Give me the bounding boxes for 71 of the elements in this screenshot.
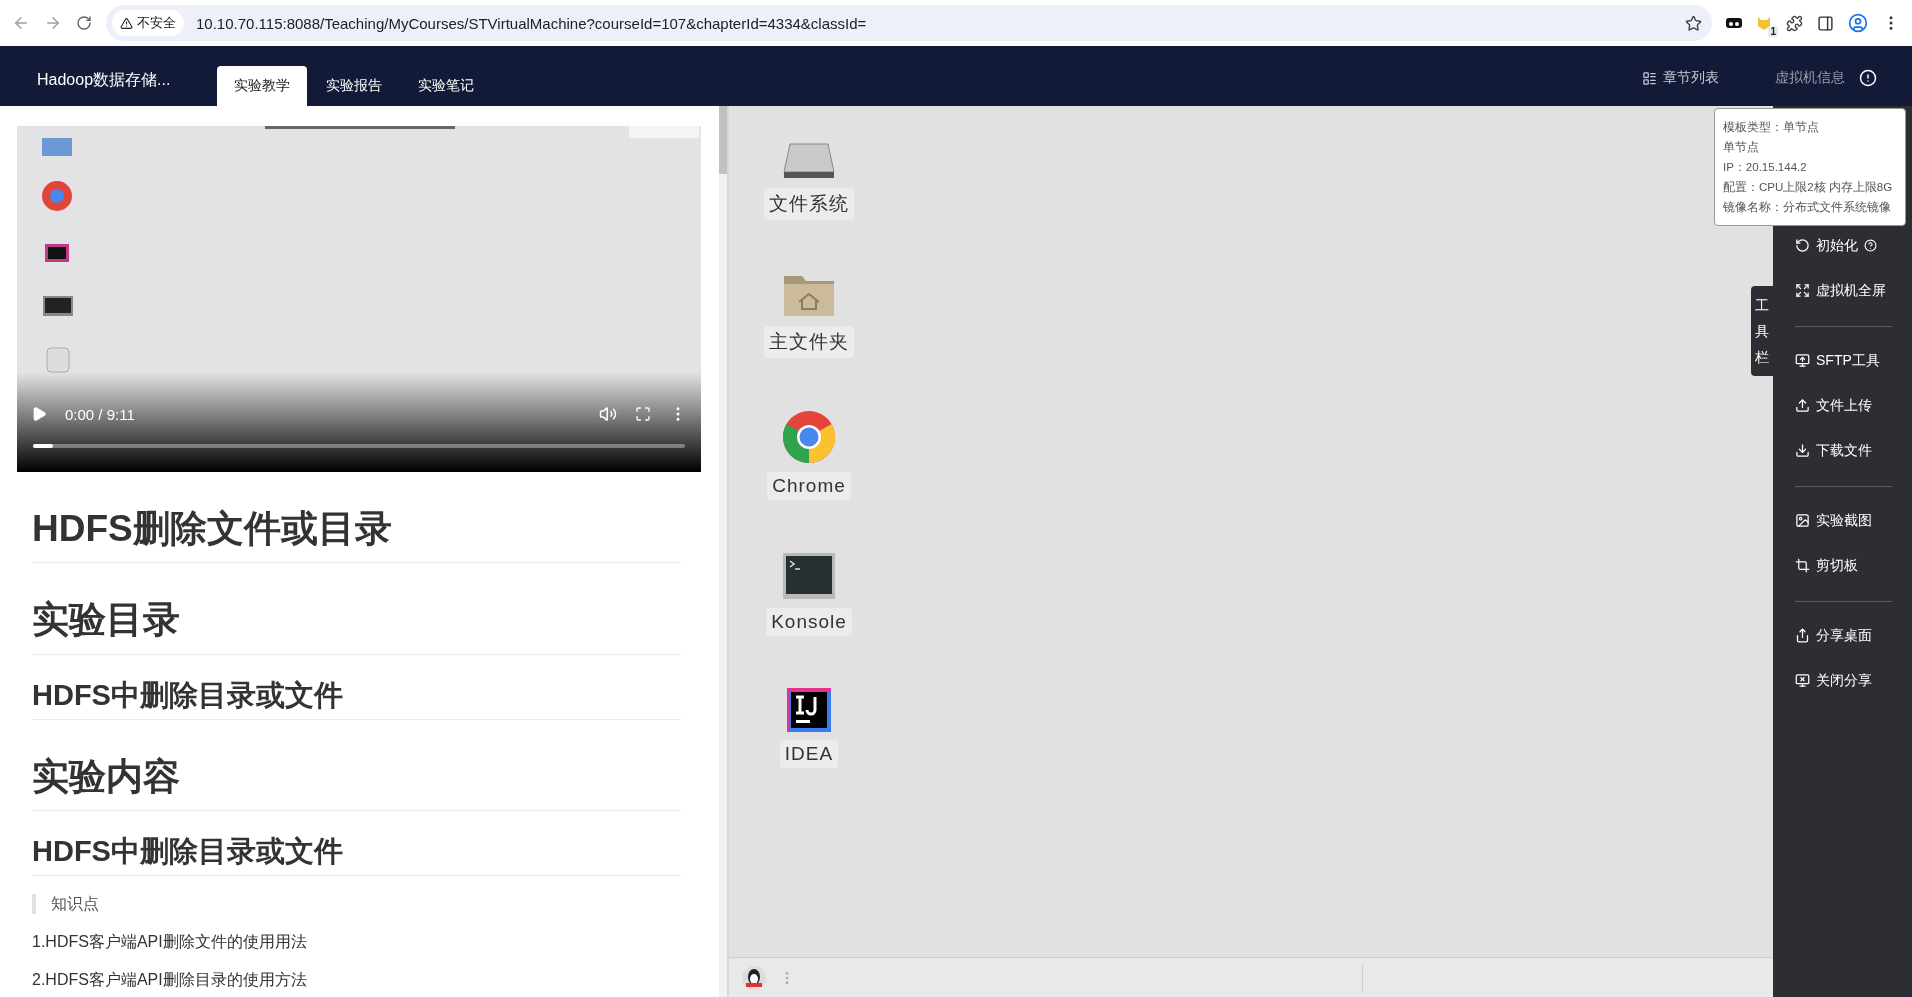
terminal-icon	[782, 552, 836, 600]
toolbar-button[interactable]: 下载文件	[1795, 437, 1892, 464]
reload-icon[interactable]	[76, 15, 92, 31]
volume-icon[interactable]	[599, 405, 617, 423]
vm-info-label[interactable]: 虚拟机信息	[1775, 69, 1845, 87]
play-icon[interactable]	[31, 406, 47, 422]
penguin-icon[interactable]	[741, 964, 767, 991]
toolbar-button[interactable]: 实验截图	[1795, 507, 1892, 534]
scrollbar-thumb[interactable]	[719, 106, 727, 174]
course-title: Hadoop数据存储...	[37, 69, 172, 90]
tab[interactable]: 实验笔记	[401, 66, 491, 106]
tooltip-line: 配置：CPU上限2核 内存上限8G	[1723, 180, 1894, 195]
desktop-icon-label[interactable]: IDEA	[779, 740, 839, 768]
toolbar-button[interactable]: 剪切板	[1795, 552, 1892, 579]
back-icon[interactable]	[12, 14, 30, 32]
tooltip-line: 单节点	[1723, 140, 1760, 155]
heading: 实验内容	[32, 753, 681, 811]
list-icon	[1642, 70, 1657, 86]
toolbar-button[interactable]: 分享桌面	[1795, 622, 1892, 649]
extension-icon[interactable]	[1726, 16, 1742, 30]
paragraph: 1.HDFS客户端API删除文件的使用用法	[32, 932, 308, 953]
toolbar-button[interactable]: SFTP工具	[1795, 347, 1892, 374]
image-icon	[1795, 513, 1810, 528]
url-text: 10.10.70.115:8088/Teaching/MyCourses/STVirtualMachine?courseId=107&chapterId=4334&classId=	[196, 14, 868, 32]
desktop-icon-label[interactable]: 主文件夹	[764, 326, 854, 358]
toolbar-tab[interactable]: 工具栏	[1751, 286, 1773, 376]
security-chip[interactable]: 不安全	[112, 10, 184, 36]
help-icon[interactable]	[1864, 239, 1877, 252]
toolbar-button[interactable]: 虚拟机全屏	[1795, 277, 1892, 304]
monitor-x-icon	[1795, 673, 1810, 688]
reset-icon	[1795, 238, 1810, 253]
fullscreen-icon[interactable]	[635, 406, 651, 422]
warning-icon	[120, 16, 133, 30]
blockquote: 知识点	[32, 894, 681, 915]
tab[interactable]: 实验报告	[309, 66, 399, 106]
info-icon[interactable]	[1859, 69, 1877, 87]
video-time: 0:00 / 9:11	[65, 405, 136, 423]
tooltip-line: 模板类型：单节点	[1723, 120, 1820, 135]
tooltip-line: IP：20.15.144.2	[1723, 160, 1808, 175]
heading: 实验目录	[32, 597, 681, 655]
expand-icon	[1795, 283, 1810, 298]
monitor-upload-icon	[1795, 353, 1810, 368]
share-icon	[1795, 628, 1810, 643]
heading: HDFS删除文件或目录	[32, 506, 681, 564]
chrome-icon	[782, 410, 836, 464]
forward-icon[interactable]	[44, 14, 62, 32]
chapter-list-button[interactable]: 章节列表	[1636, 68, 1725, 88]
toolbar-button[interactable]: 初始化	[1795, 232, 1892, 259]
paragraph: 2.HDFS客户端API删除目录的使用方法	[32, 970, 308, 991]
side-panel-icon[interactable]	[1817, 14, 1834, 32]
hard-drive-icon	[782, 140, 836, 180]
tab[interactable]: 实验教学	[217, 66, 307, 106]
profile-icon[interactable]	[1848, 13, 1868, 33]
upload-icon	[1795, 398, 1810, 413]
security-label: 不安全	[137, 14, 176, 32]
bookmark-star-icon[interactable]	[1685, 14, 1702, 32]
video-progress-track[interactable]	[33, 444, 685, 448]
subheading: HDFS中删除目录或文件	[32, 676, 681, 720]
desktop-icon-label[interactable]: Chrome	[767, 472, 851, 500]
extension-badge: 1	[1768, 26, 1778, 37]
download-icon	[1795, 443, 1810, 458]
intellij-icon	[787, 688, 831, 732]
desktop-icon-label[interactable]: Konsole	[766, 608, 852, 636]
address-bar[interactable]: 不安全 10.10.70.115:8088/Teaching/MyCourses/STVirtualMachine?courseId=107&chapterId=4334&classId=	[106, 5, 1712, 41]
crop-icon	[1795, 558, 1810, 573]
toolbar-button[interactable]: 关闭分享	[1795, 667, 1892, 694]
tooltip-line: 镜像名称：分布式文件系统镜像	[1723, 200, 1892, 215]
desktop-icon-label[interactable]: 文件系统	[764, 188, 854, 220]
toolbar-button[interactable]: 文件上传	[1795, 392, 1892, 419]
subheading: HDFS中删除目录或文件	[32, 833, 681, 877]
extensions-icon[interactable]	[1786, 14, 1803, 32]
